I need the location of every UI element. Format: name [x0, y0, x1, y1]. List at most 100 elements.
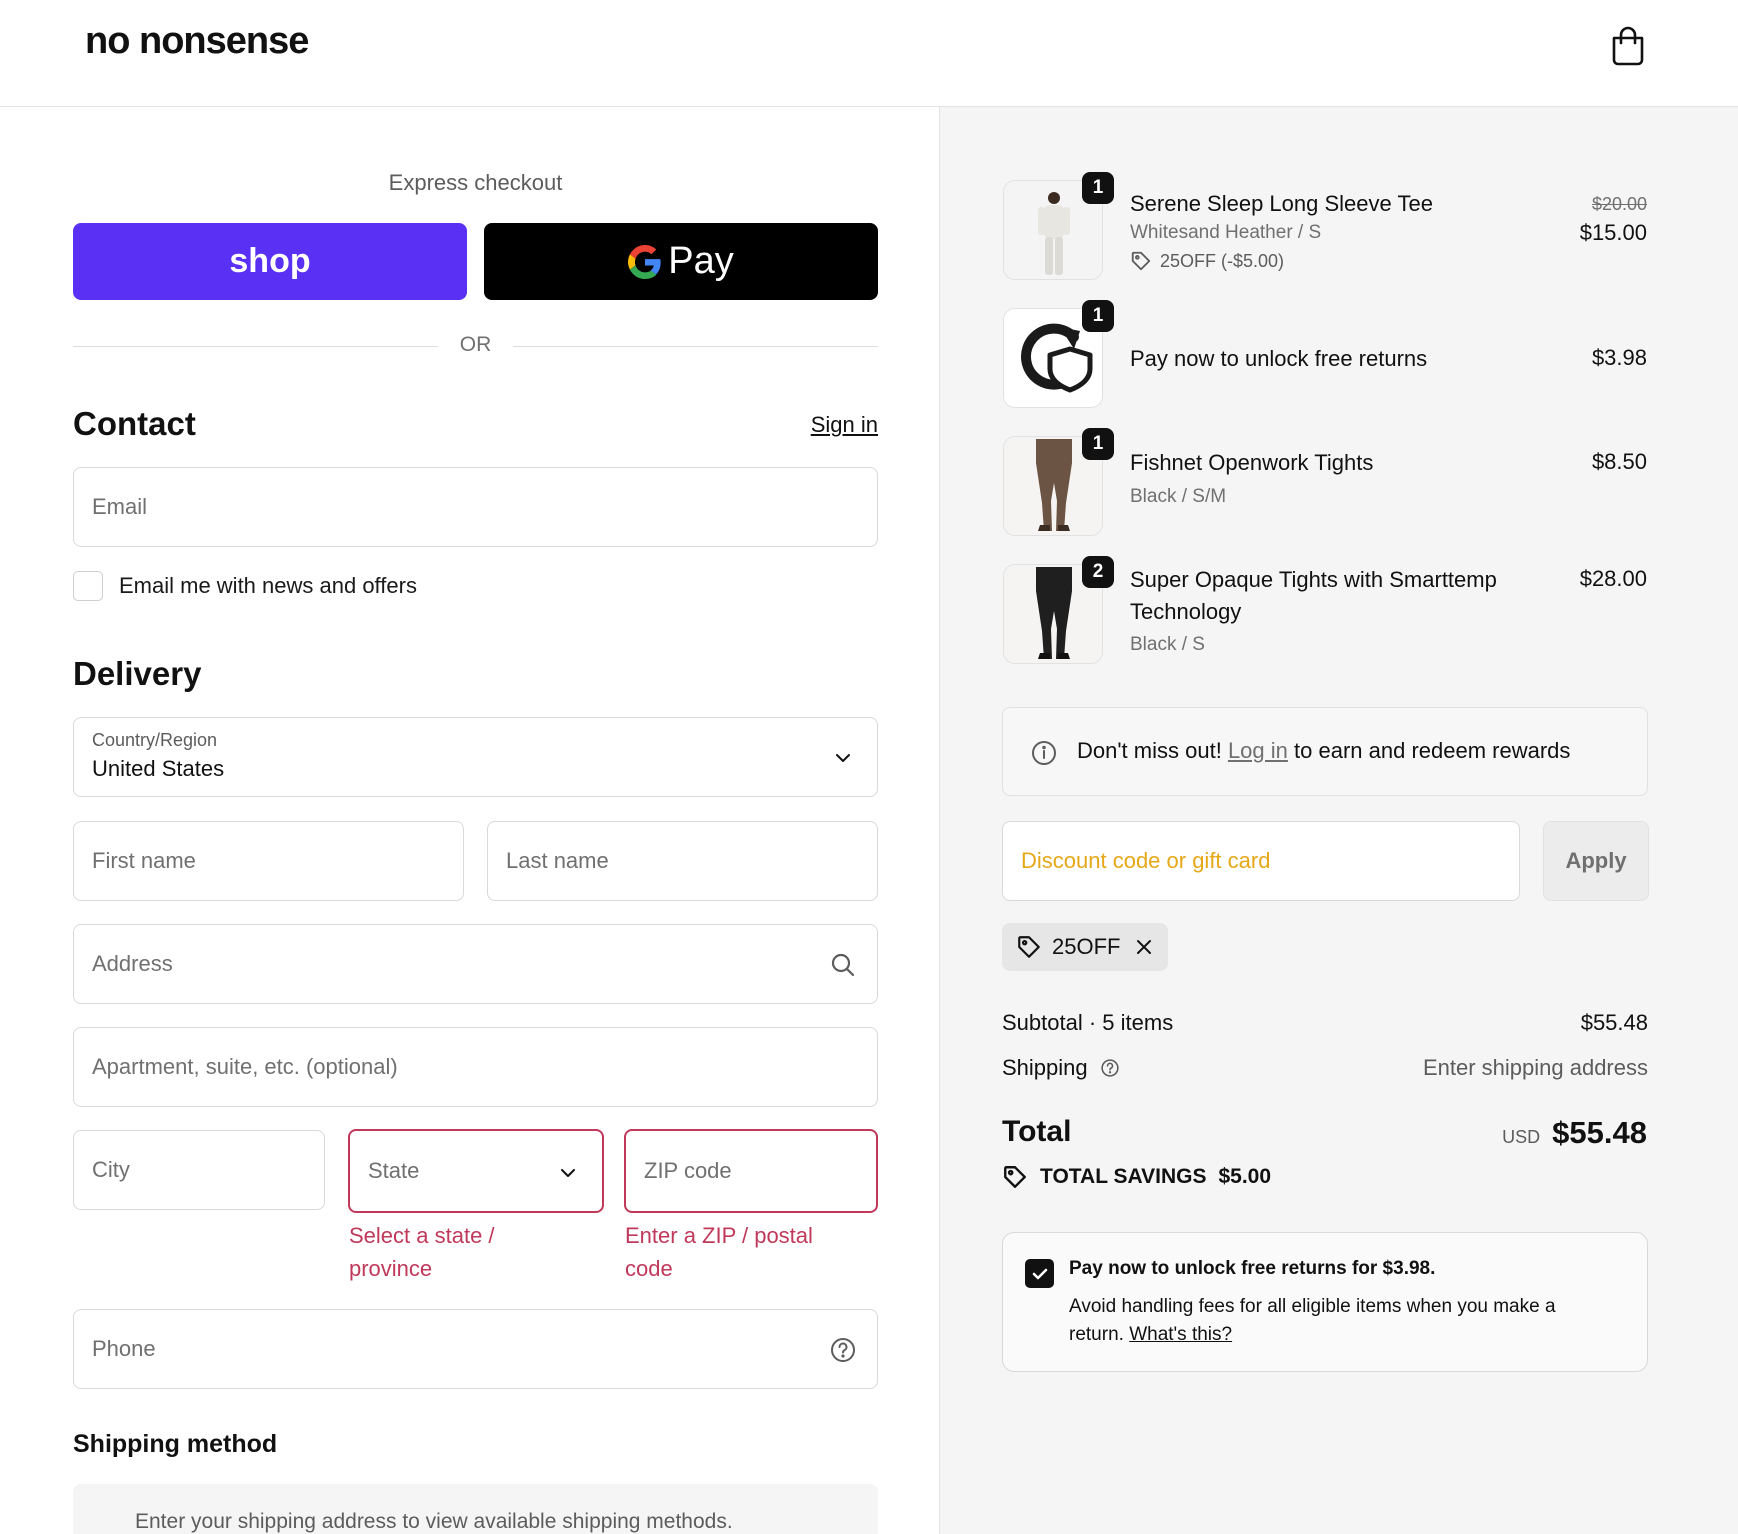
checkmark-icon: [1032, 1268, 1047, 1279]
state-placeholder: State: [368, 1158, 420, 1183]
shipping-row: Shipping Enter shipping address: [1002, 1055, 1648, 1081]
free-returns-offer: Pay now to unlock free returns for $3.98…: [1002, 1232, 1648, 1372]
last-name-field[interactable]: Last name: [487, 821, 878, 901]
country-label: Country/Region: [92, 730, 218, 750]
total-amount: $55.48: [1552, 1115, 1647, 1150]
currency-code: USD: [1502, 1127, 1541, 1147]
item-price: $28.00: [1579, 566, 1647, 591]
quantity-badge: 2: [1082, 556, 1114, 588]
state-select[interactable]: State: [348, 1129, 604, 1213]
zip-field[interactable]: ZIP code: [624, 1129, 878, 1213]
subtotal-label: Subtotal · 5 items: [1002, 1010, 1174, 1035]
total-value: USD $55.48: [1502, 1115, 1647, 1151]
or-label: OR: [459, 333, 492, 356]
savings-label: TOTAL SAVINGS: [1040, 1165, 1207, 1188]
city-field[interactable]: City: [73, 1130, 325, 1210]
chevron-down-icon: [836, 754, 850, 762]
item-discount-label: 25OFF (-$5.00): [1160, 250, 1285, 271]
subtotal-value: $55.48: [1580, 1010, 1648, 1035]
first-name-placeholder: First name: [92, 848, 196, 873]
item-name: Pay now to unlock free returns: [1130, 346, 1428, 371]
rewards-banner: Don't miss out! Log in to earn and redee…: [1002, 707, 1648, 796]
express-checkout-title: Express checkout: [388, 170, 563, 195]
shipping-method-notice: Enter your shipping address to view avai…: [73, 1484, 878, 1534]
brand-logo[interactable]: no nonsense: [85, 20, 309, 63]
newsletter-checkbox[interactable]: [73, 571, 103, 601]
tag-icon: [1018, 936, 1040, 958]
rewards-text: Don't miss out! Log in to earn and redee…: [1077, 738, 1570, 764]
sign-in-link[interactable]: Sign in: [811, 412, 878, 438]
shipping-method-notice-text: Enter your shipping address to view avai…: [135, 1510, 733, 1533]
tag-icon: [1131, 251, 1151, 271]
country-select[interactable]: Country/Region United States: [73, 717, 878, 797]
item-name: Super Opaque Tights with Smarttemp: [1130, 567, 1497, 592]
address-field[interactable]: Address: [73, 924, 878, 1004]
last-name-placeholder: Last name: [506, 848, 609, 873]
first-name-field[interactable]: First name: [73, 821, 464, 901]
shopping-bag-icon[interactable]: [1610, 26, 1646, 66]
tag-icon: [1004, 1166, 1026, 1188]
item-variant: Whitesand Heather / S: [1130, 222, 1322, 243]
item-name-continued: Technology: [1130, 599, 1242, 624]
rewards-login-link[interactable]: Log in: [1228, 738, 1288, 763]
help-circle-icon[interactable]: [1100, 1058, 1120, 1078]
info-icon: [1032, 741, 1056, 765]
free-returns-title: Pay now to unlock free returns for $3.98…: [1069, 1258, 1436, 1279]
email-placeholder: Email: [92, 494, 148, 519]
quantity-badge: 1: [1082, 300, 1114, 332]
state-error-message: Select a state / province: [349, 1223, 495, 1281]
site-header: no nonsense: [0, 0, 1738, 107]
contact-title: Contact: [73, 405, 196, 442]
discount-placeholder: Discount code or gift card: [1021, 848, 1271, 873]
email-field[interactable]: Email: [73, 467, 878, 547]
google-g-icon: [628, 244, 661, 279]
search-icon[interactable]: [829, 951, 857, 979]
shop-pay-label: shop: [229, 242, 311, 280]
phone-placeholder: Phone: [92, 1336, 156, 1361]
close-icon: [1137, 940, 1152, 954]
item-price: $15.00: [1579, 220, 1647, 245]
savings-value: $5.00: [1218, 1165, 1272, 1188]
original-price: $20.00: [1591, 194, 1647, 214]
apartment-placeholder: Apartment, suite, etc. (optional): [92, 1054, 398, 1079]
shop-pay-button[interactable]: shop: [73, 223, 467, 300]
quantity-badge: 1: [1082, 428, 1114, 460]
zip-error-message: Enter a ZIP / postal code: [625, 1223, 813, 1281]
subtotal-row: Subtotal · 5 items $55.48: [1002, 1010, 1648, 1036]
apply-discount-button[interactable]: Apply: [1543, 821, 1649, 901]
shipping-value: Enter shipping address: [1422, 1055, 1648, 1080]
item-price: $3.98: [1591, 345, 1647, 370]
total-label: Total: [1002, 1115, 1072, 1148]
whats-this-link[interactable]: What's this?: [1129, 1324, 1232, 1345]
shipping-method-title: Shipping method: [73, 1430, 278, 1458]
google-pay-label: Pay: [668, 240, 734, 282]
item-variant: Black / S/M: [1130, 486, 1227, 507]
city-placeholder: City: [92, 1157, 130, 1182]
discount-code-input[interactable]: Discount code or gift card: [1002, 821, 1520, 901]
item-price: $8.50: [1591, 449, 1647, 474]
google-pay-button[interactable]: Pay: [484, 223, 878, 300]
chevron-down-icon: [561, 1169, 575, 1177]
apartment-field[interactable]: Apartment, suite, etc. (optional): [73, 1027, 878, 1107]
country-value: United States: [92, 756, 225, 781]
zip-placeholder: ZIP code: [644, 1158, 732, 1183]
help-circle-icon[interactable]: [829, 1336, 857, 1364]
order-summary: 1 Serene Sleep Long Sleeve Tee Whitesand…: [939, 107, 1738, 1534]
rewards-suffix: to earn and redeem rewards: [1294, 738, 1571, 763]
item-variant: Black / S: [1130, 634, 1205, 655]
free-returns-checkbox[interactable]: [1025, 1259, 1054, 1288]
item-name: Serene Sleep Long Sleeve Tee: [1130, 191, 1433, 216]
address-placeholder: Address: [92, 951, 173, 976]
divider-line: [513, 346, 878, 347]
shipping-label: Shipping: [1002, 1055, 1088, 1080]
item-name: Fishnet Openwork Tights: [1130, 450, 1374, 475]
newsletter-label: Email me with news and offers: [119, 573, 417, 598]
total-savings: TOTAL SAVINGS $5.00: [1002, 1164, 1271, 1190]
free-returns-description: Avoid handling fees for all eligible ite…: [1069, 1293, 1609, 1349]
newsletter-option[interactable]: Email me with news and offers: [73, 571, 417, 601]
delivery-title: Delivery: [73, 655, 202, 692]
applied-discount-code: 25OFF: [1052, 934, 1121, 959]
phone-field[interactable]: Phone: [73, 1309, 878, 1389]
item-discount: 25OFF (-$5.00): [1130, 250, 1284, 272]
remove-discount-button[interactable]: [1134, 937, 1154, 957]
